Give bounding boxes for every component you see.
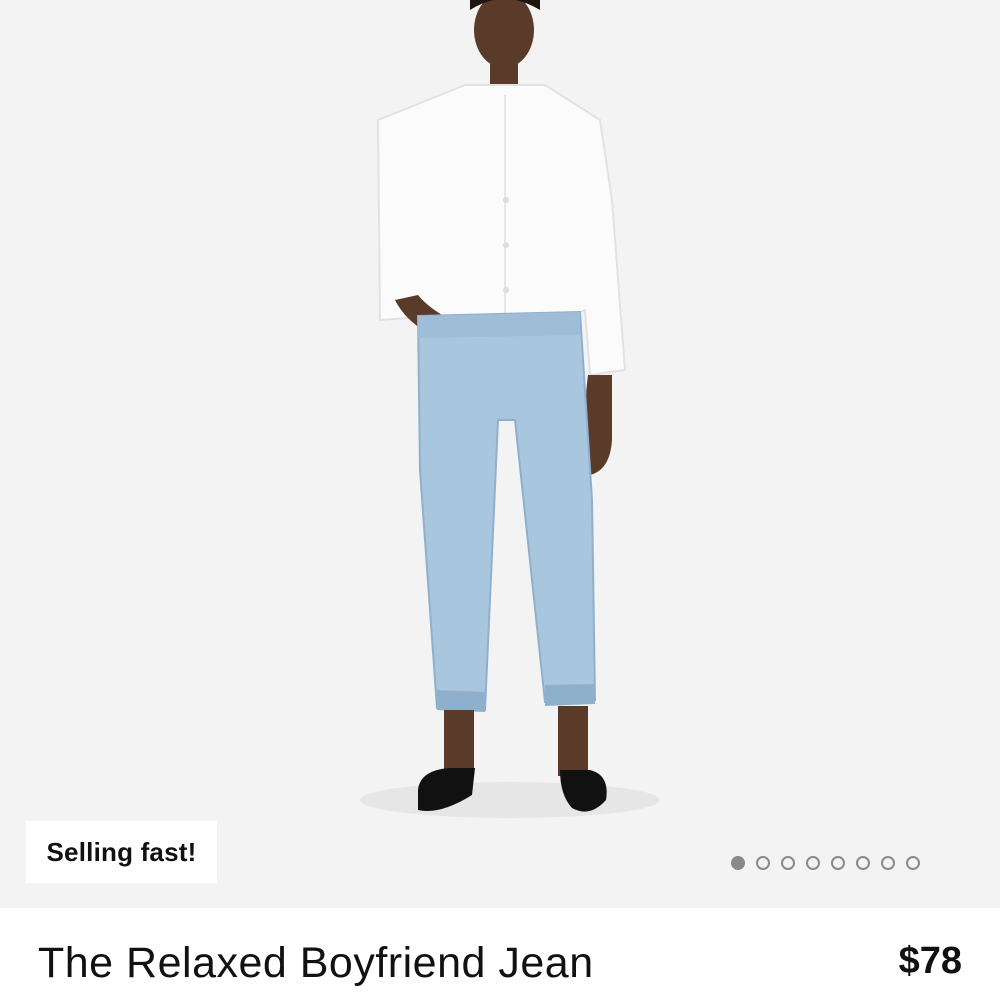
carousel-dot-8[interactable]: [906, 856, 920, 870]
carousel-dot-2[interactable]: [756, 856, 770, 870]
product-image[interactable]: Selling fast!: [0, 0, 1000, 908]
carousel-indicators[interactable]: [731, 854, 920, 872]
product-card[interactable]: Selling fast! The Relaxed Boyfriend Jean…: [0, 0, 1000, 1000]
carousel-dot-4[interactable]: [806, 856, 820, 870]
model-photo-illustration: [360, 0, 660, 818]
carousel-dot-7[interactable]: [881, 856, 895, 870]
carousel-dot-3[interactable]: [781, 856, 795, 870]
product-price: $78: [898, 940, 962, 982]
selling-fast-badge: Selling fast!: [26, 821, 217, 883]
carousel-dot-6[interactable]: [856, 856, 870, 870]
carousel-dot-5[interactable]: [831, 856, 845, 870]
carousel-dot-1[interactable]: [731, 856, 745, 870]
product-name[interactable]: The Relaxed Boyfriend Jean: [38, 936, 594, 990]
